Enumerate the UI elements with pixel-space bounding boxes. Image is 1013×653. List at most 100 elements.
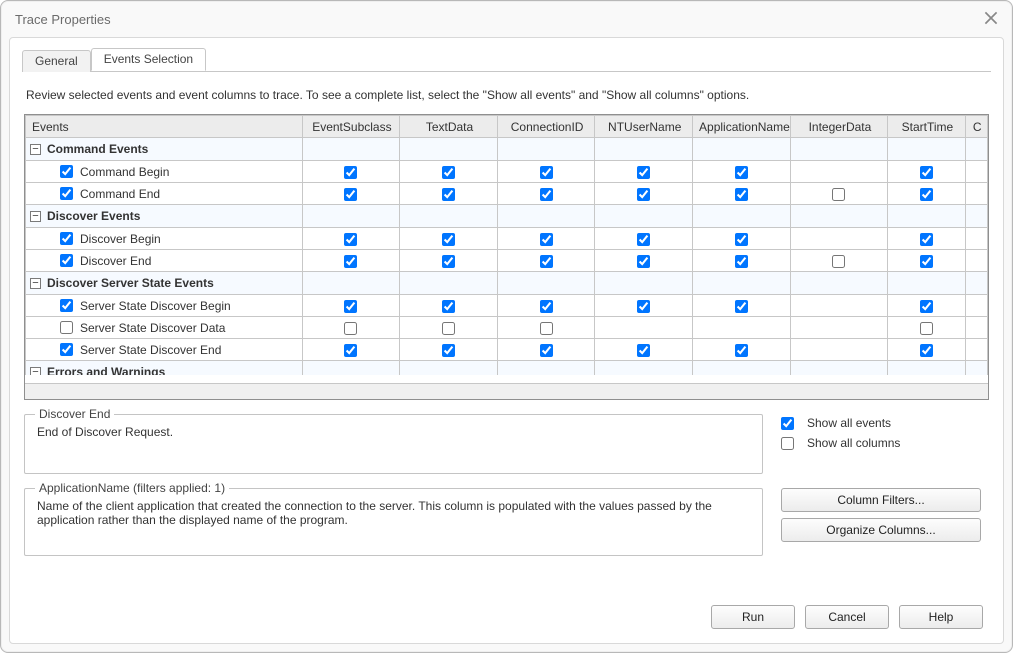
event-cell[interactable] — [693, 295, 791, 317]
show-all-events-check[interactable]: Show all events — [781, 416, 991, 430]
collapse-icon[interactable]: – — [30, 144, 41, 155]
column-check[interactable] — [540, 188, 553, 201]
run-button[interactable]: Run — [711, 605, 795, 629]
column-check[interactable] — [637, 344, 650, 357]
column-check[interactable] — [637, 233, 650, 246]
column-check[interactable] — [540, 300, 553, 313]
event-enable-check[interactable] — [60, 165, 73, 178]
column-check[interactable] — [442, 344, 455, 357]
show-all-columns-check[interactable]: Show all columns — [781, 436, 991, 450]
column-header[interactable]: EventSubclass — [302, 116, 400, 138]
event-cell[interactable] — [888, 339, 965, 361]
event-cell[interactable] — [400, 339, 498, 361]
event-cell[interactable] — [595, 339, 693, 361]
event-cell[interactable] — [790, 317, 888, 339]
column-check[interactable] — [920, 255, 933, 268]
event-cell[interactable] — [693, 317, 791, 339]
event-cell[interactable] — [302, 228, 400, 250]
group-row[interactable]: –Command Events — [26, 138, 988, 161]
column-check[interactable] — [832, 255, 845, 268]
column-header[interactable]: TextData — [400, 116, 498, 138]
event-cell[interactable] — [790, 250, 888, 272]
event-cell[interactable] — [595, 161, 693, 183]
collapse-icon[interactable]: – — [30, 367, 41, 376]
event-cell[interactable] — [888, 250, 965, 272]
event-row[interactable]: Server State Discover End — [26, 339, 988, 361]
column-check[interactable] — [920, 188, 933, 201]
column-check[interactable] — [637, 300, 650, 313]
column-header[interactable]: IntegerData — [790, 116, 888, 138]
column-check[interactable] — [344, 300, 357, 313]
event-cell[interactable] — [790, 161, 888, 183]
column-check[interactable] — [540, 166, 553, 179]
event-cell[interactable] — [302, 250, 400, 272]
organize-columns-button[interactable]: Organize Columns... — [781, 518, 981, 542]
event-row[interactable]: Server State Discover Data — [26, 317, 988, 339]
event-cell[interactable] — [790, 228, 888, 250]
event-row[interactable]: Discover End — [26, 250, 988, 272]
event-row[interactable]: Discover Begin — [26, 228, 988, 250]
event-cell[interactable] — [497, 228, 595, 250]
event-enable-check[interactable] — [60, 232, 73, 245]
column-check[interactable] — [442, 322, 455, 335]
column-check[interactable] — [735, 300, 748, 313]
tab-general[interactable]: General — [22, 50, 91, 72]
column-check[interactable] — [442, 300, 455, 313]
event-cell[interactable] — [302, 183, 400, 205]
event-cell[interactable] — [400, 183, 498, 205]
event-cell[interactable] — [693, 183, 791, 205]
column-check[interactable] — [735, 344, 748, 357]
column-check[interactable] — [540, 322, 553, 335]
column-check[interactable] — [920, 344, 933, 357]
column-header[interactable]: C — [965, 116, 987, 138]
column-check[interactable] — [442, 188, 455, 201]
column-check[interactable] — [735, 255, 748, 268]
group-row[interactable]: –Errors and Warnings — [26, 361, 988, 376]
event-cell[interactable] — [888, 228, 965, 250]
event-cell[interactable] — [497, 183, 595, 205]
column-header[interactable]: ConnectionID — [497, 116, 595, 138]
column-check[interactable] — [832, 188, 845, 201]
event-cell[interactable] — [400, 250, 498, 272]
column-filters-button[interactable]: Column Filters... — [781, 488, 981, 512]
event-cell[interactable] — [693, 339, 791, 361]
column-check[interactable] — [735, 188, 748, 201]
event-cell[interactable] — [497, 317, 595, 339]
event-cell[interactable] — [693, 161, 791, 183]
event-row[interactable]: Server State Discover Begin — [26, 295, 988, 317]
event-cell[interactable] — [595, 295, 693, 317]
column-header[interactable]: Events — [26, 116, 303, 138]
column-check[interactable] — [442, 166, 455, 179]
event-cell[interactable] — [400, 295, 498, 317]
column-header[interactable]: NTUserName — [595, 116, 693, 138]
close-icon[interactable] — [984, 11, 998, 28]
event-cell[interactable] — [302, 161, 400, 183]
column-check[interactable] — [344, 344, 357, 357]
event-cell[interactable] — [790, 295, 888, 317]
event-cell[interactable] — [595, 228, 693, 250]
event-cell[interactable] — [888, 317, 965, 339]
event-cell[interactable] — [693, 250, 791, 272]
event-row[interactable]: Command Begin — [26, 161, 988, 183]
event-cell[interactable] — [302, 339, 400, 361]
collapse-icon[interactable]: – — [30, 211, 41, 222]
events-grid-scroll[interactable]: EventsEventSubclassTextDataConnectionIDN… — [25, 115, 988, 375]
help-button[interactable]: Help — [899, 605, 983, 629]
cancel-button[interactable]: Cancel — [805, 605, 889, 629]
column-check[interactable] — [920, 322, 933, 335]
column-check[interactable] — [920, 300, 933, 313]
group-row[interactable]: –Discover Events — [26, 205, 988, 228]
event-cell[interactable] — [595, 183, 693, 205]
column-check[interactable] — [442, 255, 455, 268]
event-cell[interactable] — [400, 228, 498, 250]
event-enable-check[interactable] — [60, 299, 73, 312]
event-enable-check[interactable] — [60, 254, 73, 267]
column-check[interactable] — [344, 233, 357, 246]
event-cell[interactable] — [497, 339, 595, 361]
column-header[interactable]: ApplicationName — [693, 116, 791, 138]
event-cell[interactable] — [497, 161, 595, 183]
column-check[interactable] — [540, 255, 553, 268]
event-cell[interactable] — [302, 295, 400, 317]
column-check[interactable] — [637, 188, 650, 201]
event-cell[interactable] — [888, 161, 965, 183]
